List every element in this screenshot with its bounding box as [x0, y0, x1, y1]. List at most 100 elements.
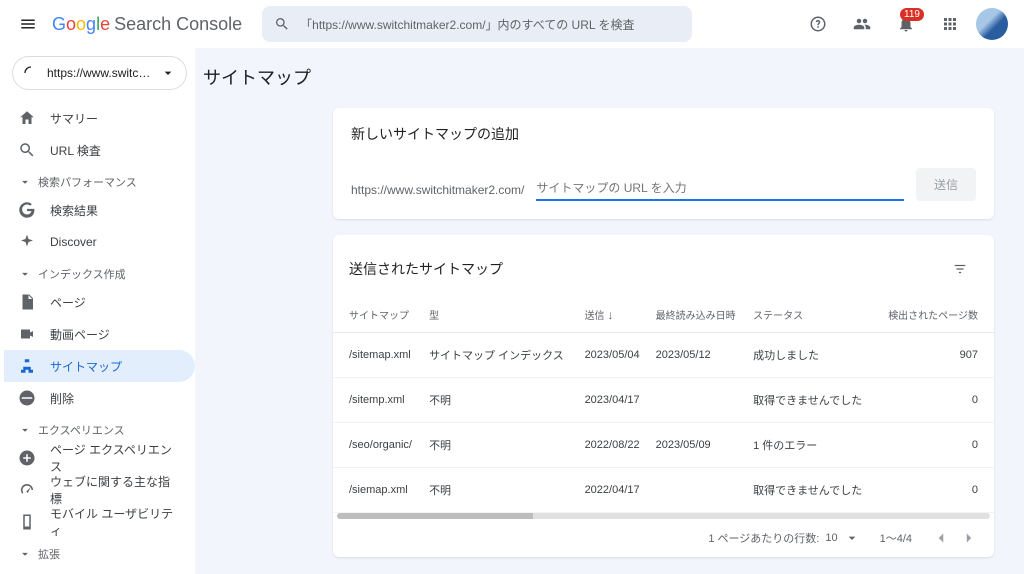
sitemap-url-input[interactable]	[536, 179, 904, 201]
page-title: サイトマップ	[203, 56, 994, 108]
table-row[interactable]: /seo/organic/不明2022/08/222023/05/091 件のエ…	[333, 423, 994, 468]
sidebar-item-removals[interactable]: 削除	[4, 382, 195, 414]
url-search-bar[interactable]	[262, 6, 692, 42]
cell-submitted: 2022/08/22	[579, 423, 650, 468]
add-sitemap-card: 新しいサイトマップの追加 https://www.switchitmaker2.…	[333, 108, 994, 219]
sidebar-item-core-web-vitals[interactable]: ウェブに関する主な指標	[4, 474, 195, 506]
submitted-sitemaps-title: 送信されたサイトマップ	[349, 259, 942, 279]
next-page-button[interactable]	[960, 529, 978, 547]
sidebar-item-label: モバイル ユーザビリティ	[50, 505, 181, 539]
cell-count: 0	[875, 468, 994, 513]
chevron-down-icon[interactable]	[844, 530, 860, 546]
video-icon	[18, 325, 36, 343]
col-type[interactable]: 型	[423, 297, 579, 333]
hamburger-menu-button[interactable]	[8, 4, 48, 44]
cell-count: 907	[875, 333, 994, 378]
search-icon	[18, 141, 36, 159]
table-row[interactable]: /sitemp.xml不明2023/04/17取得できませんでした0	[333, 378, 994, 423]
add-sitemap-title: 新しいサイトマップの追加	[351, 124, 976, 144]
home-icon	[18, 109, 36, 127]
sidebar-item-breadcrumbs[interactable]: パンくずリスト	[4, 566, 195, 574]
cell-type: 不明	[423, 423, 579, 468]
sidebar-item-search-results[interactable]: 検索結果	[4, 194, 195, 226]
cell-sitemap: /sitemp.xml	[333, 378, 423, 423]
cell-type: 不明	[423, 468, 579, 513]
sidebar-item-discover[interactable]: Discover	[4, 226, 195, 258]
pagination: 1 ページあたりの行数: 10 1～4/4	[333, 519, 994, 551]
people-icon	[853, 15, 871, 33]
cell-last-read: 2023/05/12	[650, 333, 747, 378]
main-content: サイトマップ 新しいサイトマップの追加 https://www.switchit…	[195, 48, 1024, 574]
cell-status: 成功しました	[747, 333, 875, 378]
mobile-icon	[18, 513, 36, 531]
sidebar-section-indexing[interactable]: インデックス作成	[4, 258, 195, 286]
filter-icon	[953, 262, 967, 276]
google-search-console-logo[interactable]: Google Search Console	[52, 14, 242, 35]
loading-icon	[23, 65, 39, 81]
cell-last-read	[650, 468, 747, 513]
col-status[interactable]: ステータス	[747, 297, 875, 333]
chevron-down-icon	[18, 267, 32, 281]
sidebar-item-label: 検索結果	[50, 202, 98, 219]
cell-count: 0	[875, 423, 994, 468]
apps-button[interactable]	[932, 6, 968, 42]
table-row[interactable]: /siemap.xml不明2022/04/17 取得できませんでした0	[333, 468, 994, 513]
chevron-down-icon	[160, 65, 176, 81]
chevron-down-icon	[18, 547, 32, 561]
cell-submitted: 2022/04/17	[579, 468, 650, 513]
sort-down-icon: ↓	[607, 308, 613, 322]
table-row[interactable]: /sitemap.xmlサイトマップ インデックス2023/05/042023/…	[333, 333, 994, 378]
sidebar-item-sitemaps[interactable]: サイトマップ	[4, 350, 195, 382]
page-range: 1～4/4	[880, 530, 912, 546]
sidebar-item-label: ページ	[50, 294, 86, 311]
sidebar-item-label: サマリー	[50, 110, 98, 127]
cell-sitemap: /sitemap.xml	[333, 333, 423, 378]
rows-per-page-value: 10	[825, 532, 837, 544]
people-button[interactable]	[844, 6, 880, 42]
cell-last-read: 2023/05/09	[650, 423, 747, 468]
sidebar-item-pages[interactable]: ページ	[4, 286, 195, 318]
property-selector[interactable]: https://www.switchi...	[12, 56, 187, 90]
apps-icon	[941, 15, 959, 33]
sidebar-section-experience[interactable]: エクスペリエンス	[4, 414, 195, 442]
sidebar-item-video-pages[interactable]: 動画ページ	[4, 318, 195, 350]
cell-sitemap: /siemap.xml	[333, 468, 423, 513]
col-submitted[interactable]: 送信 ↓	[579, 297, 650, 333]
sidebar-item-label: ウェブに関する主な指標	[50, 473, 181, 507]
submit-sitemap-button[interactable]: 送信	[916, 168, 976, 201]
cell-submitted: 2023/05/04	[579, 333, 650, 378]
col-discovered[interactable]: 検出されたページ数	[875, 297, 994, 333]
cell-sitemap: /seo/organic/	[333, 423, 423, 468]
cell-type: サイトマップ インデックス	[423, 333, 579, 378]
sitemap-icon	[18, 357, 36, 375]
chevron-down-icon	[18, 423, 32, 437]
account-avatar[interactable]	[976, 8, 1008, 40]
page-icon	[18, 293, 36, 311]
sidebar-item-label: Discover	[50, 235, 97, 249]
sidebar-item-url-inspection[interactable]: URL 検査	[4, 134, 195, 166]
cell-status: 取得できませんでした	[747, 468, 875, 513]
url-search-input[interactable]	[300, 17, 680, 31]
col-last-read[interactable]: 最終読み込み日時	[650, 297, 747, 333]
col-sitemap[interactable]: サイトマップ	[333, 297, 423, 333]
help-icon	[809, 15, 827, 33]
sidebar-item-label: ページ エクスペリエンス	[50, 441, 181, 475]
sitemap-url-prefix: https://www.switchitmaker2.com/	[351, 183, 524, 201]
google-g-icon	[18, 201, 36, 219]
prev-page-button[interactable]	[932, 529, 950, 547]
sidebar-section-performance[interactable]: 検索パフォーマンス	[4, 166, 195, 194]
product-name: Search Console	[114, 14, 242, 35]
sidebar-item-summary[interactable]: サマリー	[4, 102, 195, 134]
cell-status: 1 件のエラー	[747, 423, 875, 468]
help-button[interactable]	[800, 6, 836, 42]
google-logo-text: Google	[52, 14, 110, 35]
sidebar: https://www.switchi... サマリー URL 検査 検索パフォ…	[0, 48, 195, 574]
sidebar-item-mobile-usability[interactable]: モバイル ユーザビリティ	[4, 506, 195, 538]
cell-count: 0	[875, 378, 994, 423]
notifications-button[interactable]: 119	[888, 6, 924, 42]
notification-badge: 119	[900, 8, 924, 21]
sidebar-item-label: 動画ページ	[50, 326, 110, 343]
filter-button[interactable]	[942, 251, 978, 287]
sidebar-item-page-experience[interactable]: ページ エクスペリエンス	[4, 442, 195, 474]
sidebar-section-enhancements[interactable]: 拡張	[4, 538, 195, 566]
